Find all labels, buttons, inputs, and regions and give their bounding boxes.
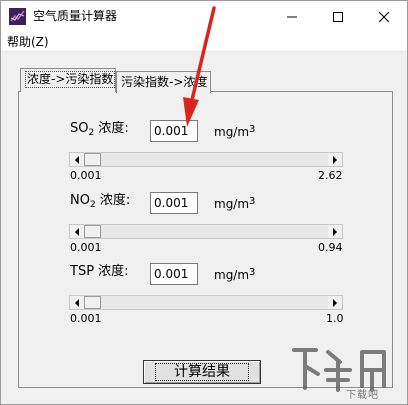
menu-bar: 帮助(Z) xyxy=(1,32,407,52)
minimize-icon xyxy=(287,16,297,17)
scroll-left-button[interactable] xyxy=(70,153,84,166)
no2-label: NO2 浓度: xyxy=(70,193,131,210)
so2-scrollbar[interactable] xyxy=(69,152,343,167)
close-button[interactable] xyxy=(361,1,407,32)
tab-label: 污染指数->浓度 xyxy=(121,75,208,89)
scroll-thumb[interactable] xyxy=(84,153,101,166)
chevron-right-icon xyxy=(333,227,337,236)
scroll-thumb[interactable] xyxy=(84,225,101,238)
chevron-left-icon xyxy=(75,298,79,307)
menu-help[interactable]: 帮助(Z) xyxy=(7,34,49,50)
so2-label: SO2 浓度: xyxy=(70,121,129,138)
tsp-min-label: 0.001 xyxy=(70,312,102,325)
scroll-right-button[interactable] xyxy=(328,153,342,166)
no2-max-label: 0.94 xyxy=(318,241,343,254)
tsp-label: TSP 浓度: xyxy=(70,264,129,279)
tab-concentration-to-index[interactable]: 浓度->污染指数 xyxy=(20,68,116,92)
chevron-left-icon xyxy=(75,227,79,236)
minimize-button[interactable] xyxy=(269,1,315,32)
tsp-concentration-input[interactable]: 0.001 xyxy=(150,263,198,285)
tab-index-to-concentration[interactable]: 污染指数->浓度 xyxy=(116,71,211,93)
window-title: 空气质量计算器 xyxy=(33,9,118,23)
scroll-right-button[interactable] xyxy=(328,296,342,309)
no2-scrollbar[interactable] xyxy=(69,224,343,239)
so2-concentration-input[interactable]: 0.001 xyxy=(150,120,198,142)
tab-label: 浓度->污染指数 xyxy=(25,71,116,88)
chevron-right-icon xyxy=(333,298,337,307)
scroll-right-button[interactable] xyxy=(328,225,342,238)
no2-concentration-input[interactable]: 0.001 xyxy=(150,192,198,214)
title-bar[interactable]: 空气质量计算器 xyxy=(1,1,407,32)
maximize-button[interactable] xyxy=(315,1,361,32)
so2-max-label: 2.62 xyxy=(318,169,343,182)
chevron-right-icon xyxy=(333,155,337,164)
maximize-icon xyxy=(333,11,343,22)
calculate-button[interactable]: 计算结果 xyxy=(143,360,261,384)
scroll-left-button[interactable] xyxy=(70,296,84,309)
calculate-button-label: 计算结果 xyxy=(155,363,249,381)
no2-unit: mg/m3 xyxy=(214,196,256,211)
app-logo-icon xyxy=(9,8,26,25)
close-icon xyxy=(378,11,390,22)
watermark-text: 下载吧 xyxy=(346,390,379,401)
tsp-max-label: 1.0 xyxy=(326,312,344,325)
chevron-left-icon xyxy=(75,155,79,164)
so2-min-label: 0.001 xyxy=(70,169,102,182)
tsp-scrollbar[interactable] xyxy=(69,295,343,310)
so2-unit: mg/m3 xyxy=(214,124,256,139)
no2-min-label: 0.001 xyxy=(70,241,102,254)
tsp-unit: mg/m3 xyxy=(214,267,256,282)
scroll-thumb[interactable] xyxy=(84,296,101,309)
scroll-left-button[interactable] xyxy=(70,225,84,238)
